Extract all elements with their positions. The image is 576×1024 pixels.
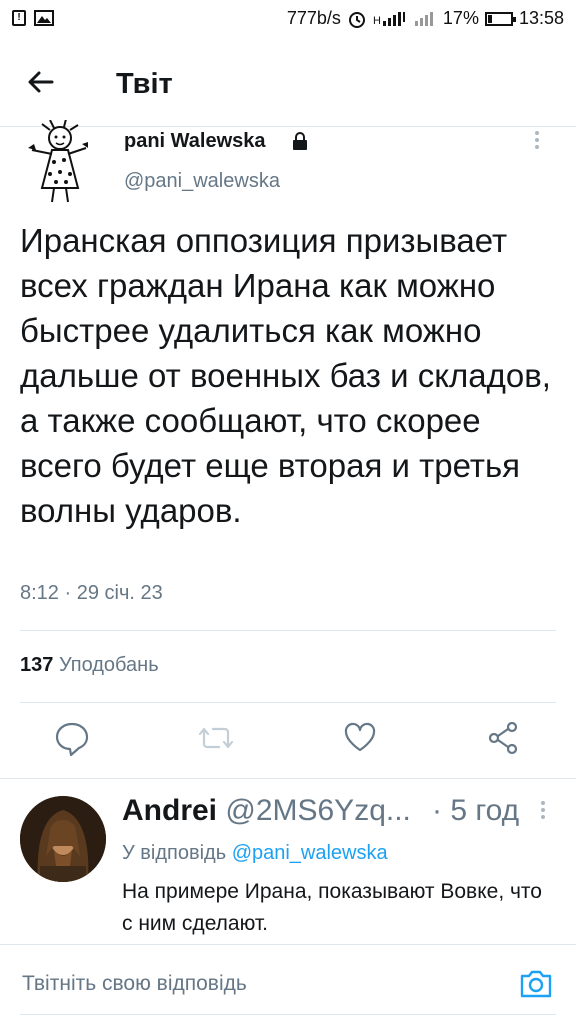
- compose-input[interactable]: Твітніть свою відповідь: [22, 972, 247, 996]
- alarm-icon: [348, 11, 365, 28]
- reply-to-label: У відповідь: [122, 842, 227, 864]
- reply-text: На примере Ирана, показывают Вовке, что …: [122, 880, 542, 935]
- clock: 13:58: [518, 8, 564, 28]
- svg-text:H: H: [373, 15, 381, 27]
- image-notification-icon: [34, 10, 54, 26]
- reply-time: · 5 год: [432, 794, 520, 827]
- status-bar: ! 777b/s H 17% 13:58: [0, 0, 576, 40]
- back-arrow-icon: [28, 71, 54, 93]
- stats-divider: [20, 702, 556, 703]
- signal-2-icon: [414, 11, 433, 26]
- reply-icon: [55, 722, 89, 757]
- likes-count: 137: [20, 654, 54, 676]
- actions-divider: [0, 778, 576, 779]
- meta-divider: [20, 630, 556, 631]
- reply-author-name: Andrei: [122, 794, 218, 827]
- tweet-text: Иранская оппозиция призывает всех гражда…: [20, 222, 551, 529]
- likes-label: Уподобань: [58, 654, 159, 676]
- like-icon: [344, 722, 376, 752]
- like-button[interactable]: [338, 716, 382, 760]
- page-title: Твіт: [116, 68, 173, 100]
- reply-to-mention[interactable]: @pani_walewska: [232, 842, 388, 864]
- alert-notification-icon: !: [12, 10, 26, 26]
- reply-to: У відповідь @pani_walewska: [122, 842, 388, 865]
- author-avatar[interactable]: [20, 118, 106, 206]
- reply-author[interactable]: Andrei @2MS6Yzq...: [122, 794, 411, 828]
- header: Твіт: [0, 52, 576, 116]
- camera-icon: [520, 970, 552, 998]
- battery-icon: [484, 11, 516, 26]
- author-name[interactable]: pani Walewska: [124, 130, 266, 153]
- tweet-timestamp: 8:12 · 29 січ. 23: [20, 582, 163, 604]
- more-icon[interactable]: [534, 130, 540, 150]
- retweet-icon: [198, 727, 234, 749]
- compose-bar[interactable]: Твітніть свою відповідь: [0, 944, 576, 1024]
- likes-stat[interactable]: 137 Уподобань: [20, 654, 159, 677]
- battery-percent: 17%: [442, 8, 479, 28]
- author-handle[interactable]: @pani_walewska: [124, 170, 280, 193]
- share-button[interactable]: [482, 716, 526, 760]
- camera-button[interactable]: [518, 966, 554, 1002]
- reply-more-icon[interactable]: [540, 800, 546, 826]
- retweet-button[interactable]: [194, 716, 238, 760]
- lock-icon: [292, 132, 308, 150]
- back-button[interactable]: [22, 62, 70, 106]
- share-icon: [488, 721, 518, 755]
- reply-avatar[interactable]: [20, 796, 106, 882]
- reply-author-handle: @2MS6Yzq...: [225, 794, 411, 827]
- reply-button[interactable]: [50, 716, 94, 760]
- notification-icons: !: [12, 10, 54, 26]
- signal-icon: H: [373, 11, 405, 27]
- compose-underline: [20, 1014, 556, 1015]
- status-right: 777b/s H 17% 13:58: [287, 8, 564, 29]
- net-speed: 777b/s: [286, 8, 341, 28]
